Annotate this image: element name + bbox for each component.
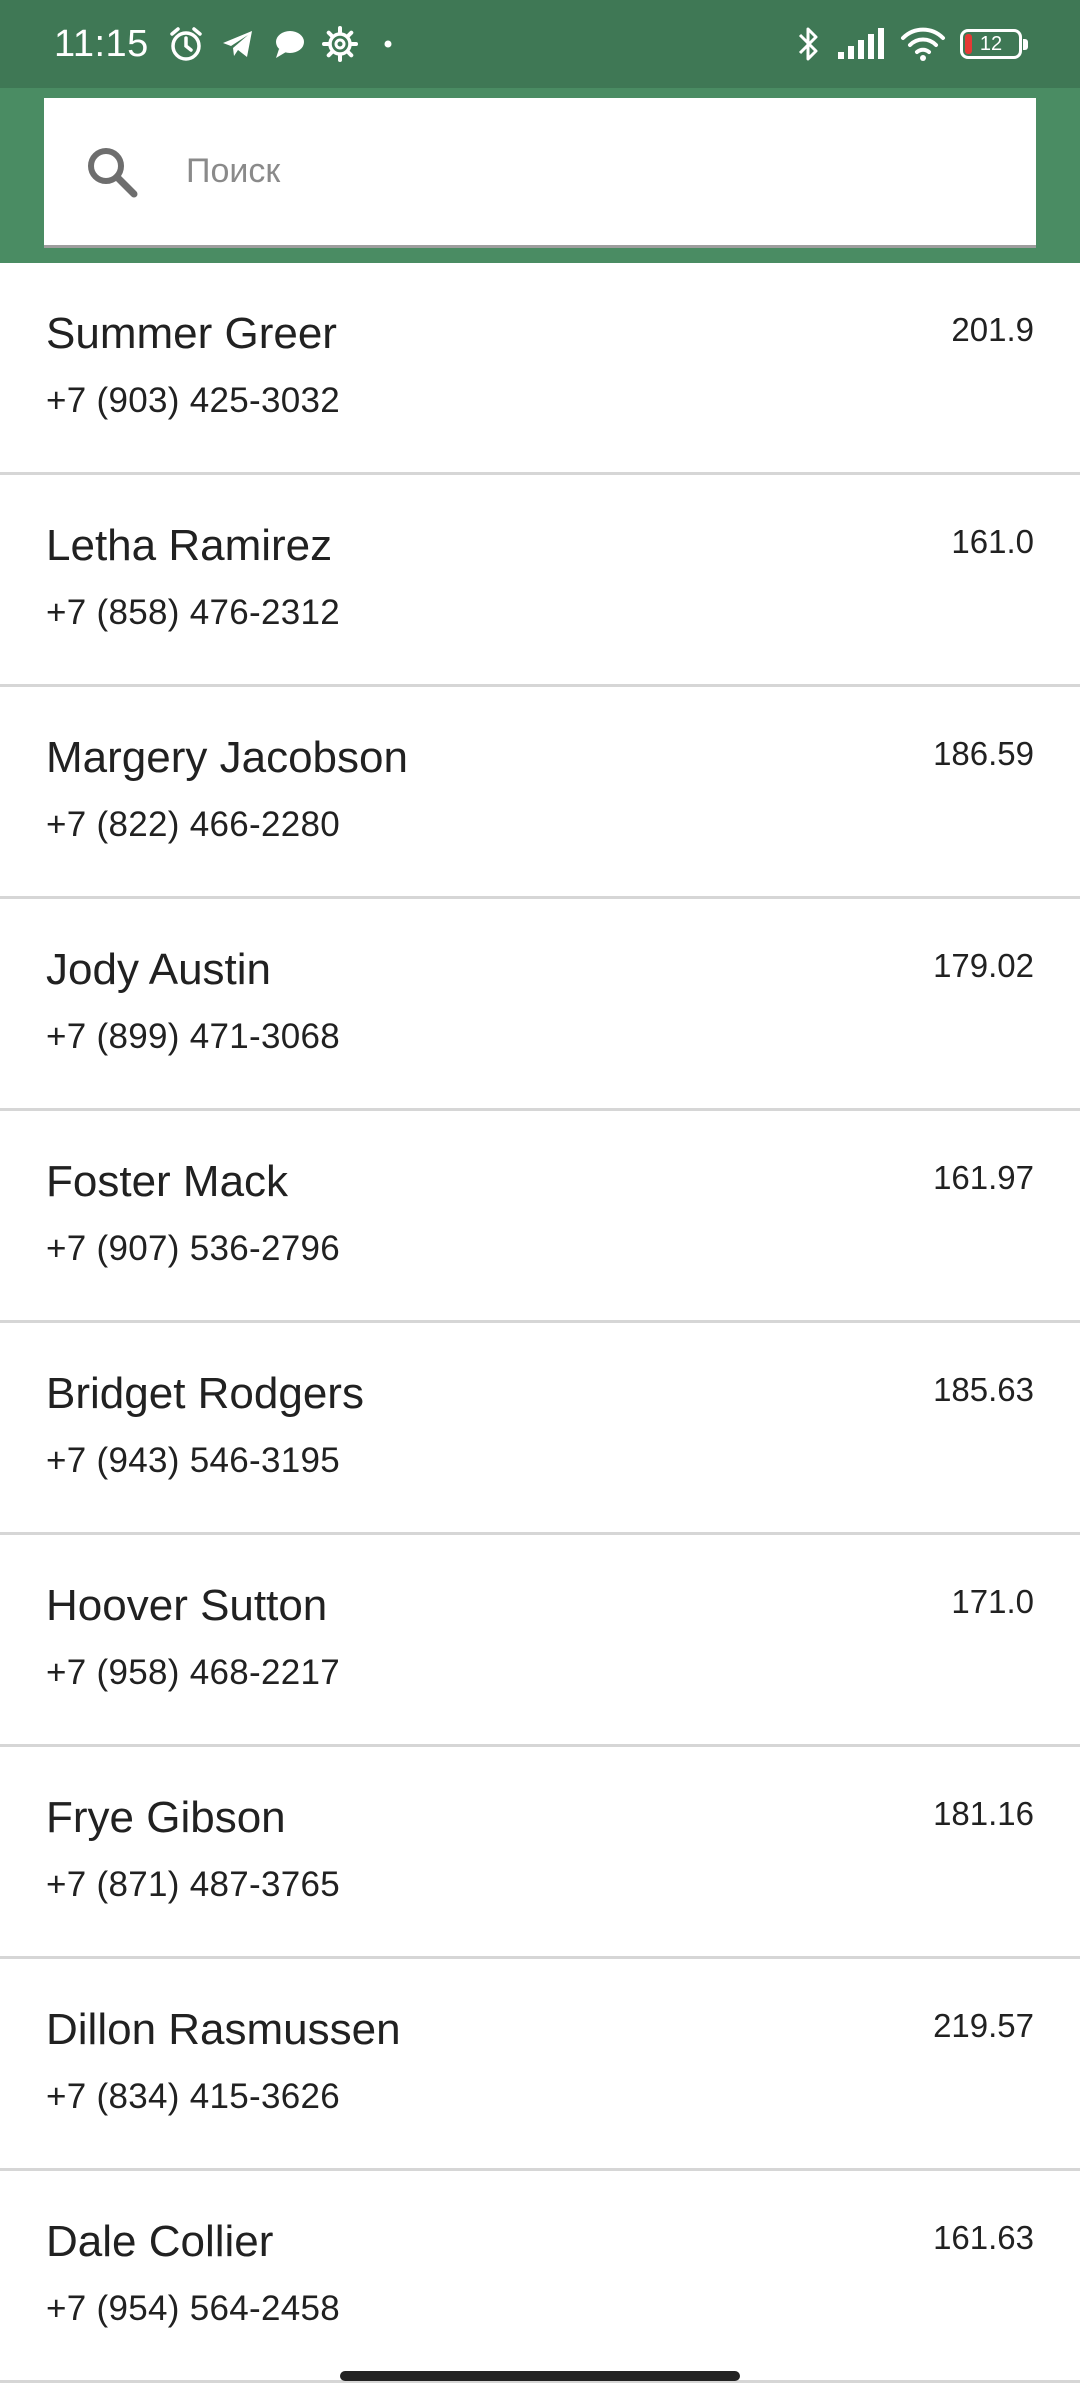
chat-bubble-icon [271, 26, 307, 62]
contact-name: Foster Mack [46, 1157, 289, 1206]
list-item[interactable]: Letha Ramirez +7 (858) 476-2312 161.0 [0, 475, 1080, 687]
contact-value: 181.16 [933, 1795, 1034, 1832]
contact-phone: +7 (958) 468-2217 [46, 1653, 341, 1692]
contact-name: Margery Jacobson [46, 733, 408, 782]
dot-icon [373, 29, 403, 59]
contact-value: 171.0 [951, 1583, 1034, 1620]
contact-value: 161.63 [933, 2219, 1034, 2256]
battery-fill [965, 34, 972, 54]
contact-phone: +7 (822) 466-2280 [46, 805, 341, 844]
battery-level: 12 [979, 33, 1003, 55]
contact-value: 186.59 [933, 735, 1034, 772]
list-item[interactable]: Margery Jacobson +7 (822) 466-2280 186.5… [0, 687, 1080, 899]
status-right-group: 12 [794, 0, 1028, 88]
contact-phone: +7 (871) 487-3765 [46, 1865, 341, 1904]
search-icon[interactable] [82, 142, 142, 202]
contact-list: Summer Greer +7 (903) 425-3032 201.9 Let… [0, 263, 1080, 2383]
alarm-icon [167, 25, 205, 63]
status-time: 11:15 [54, 22, 149, 65]
contact-value: 201.9 [951, 311, 1034, 348]
contact-phone: +7 (858) 476-2312 [46, 593, 341, 632]
contact-phone: +7 (907) 536-2796 [46, 1229, 341, 1268]
search-header [0, 88, 1080, 263]
list-item[interactable]: Dale Collier +7 (954) 564-2458 161.63 [0, 2171, 1080, 2383]
status-bar: 11:15 12 [0, 0, 1080, 88]
contact-name: Bridget Rodgers [46, 1369, 364, 1418]
list-item[interactable]: Bridget Rodgers +7 (943) 546-3195 185.63 [0, 1323, 1080, 1535]
contact-name: Dale Collier [46, 2217, 274, 2266]
status-left-group: 11:15 [54, 0, 403, 88]
contact-name: Hoover Sutton [46, 1581, 328, 1630]
contact-phone: +7 (834) 415-3626 [46, 2077, 341, 2116]
wifi-icon [900, 26, 946, 62]
contact-value: 161.97 [933, 1159, 1034, 1196]
contact-phone: +7 (943) 546-3195 [46, 1441, 341, 1480]
list-item[interactable]: Dillon Rasmussen +7 (834) 415-3626 219.5… [0, 1959, 1080, 2171]
contact-phone: +7 (899) 471-3068 [46, 1017, 341, 1056]
contact-value: 185.63 [933, 1371, 1034, 1408]
contact-value: 179.02 [933, 947, 1034, 984]
contact-name: Dillon Rasmussen [46, 2005, 401, 2054]
list-item[interactable]: Foster Mack +7 (907) 536-2796 161.97 [0, 1111, 1080, 1323]
list-item[interactable]: Frye Gibson +7 (871) 487-3765 181.16 [0, 1747, 1080, 1959]
contact-phone: +7 (903) 425-3032 [46, 381, 341, 420]
contact-name: Jody Austin [46, 945, 272, 994]
contact-name: Letha Ramirez [46, 521, 333, 570]
telegram-icon [219, 25, 257, 63]
list-item[interactable]: Hoover Sutton +7 (958) 468-2217 171.0 [0, 1535, 1080, 1747]
settings-icon [321, 25, 359, 63]
search-input[interactable] [186, 98, 1016, 245]
list-item[interactable]: Summer Greer +7 (903) 425-3032 201.9 [0, 263, 1080, 475]
signal-icon [836, 27, 886, 61]
search-box[interactable] [44, 98, 1036, 248]
bluetooth-icon [794, 24, 822, 64]
contact-value: 161.0 [951, 523, 1034, 560]
contact-value: 219.57 [933, 2007, 1034, 2044]
list-item[interactable]: Jody Austin +7 (899) 471-3068 179.02 [0, 899, 1080, 1111]
battery-icon: 12 [960, 29, 1028, 59]
contact-name: Frye Gibson [46, 1793, 286, 1842]
contact-name: Summer Greer [46, 309, 337, 358]
home-indicator[interactable] [340, 2371, 740, 2381]
contact-phone: +7 (954) 564-2458 [46, 2289, 341, 2328]
